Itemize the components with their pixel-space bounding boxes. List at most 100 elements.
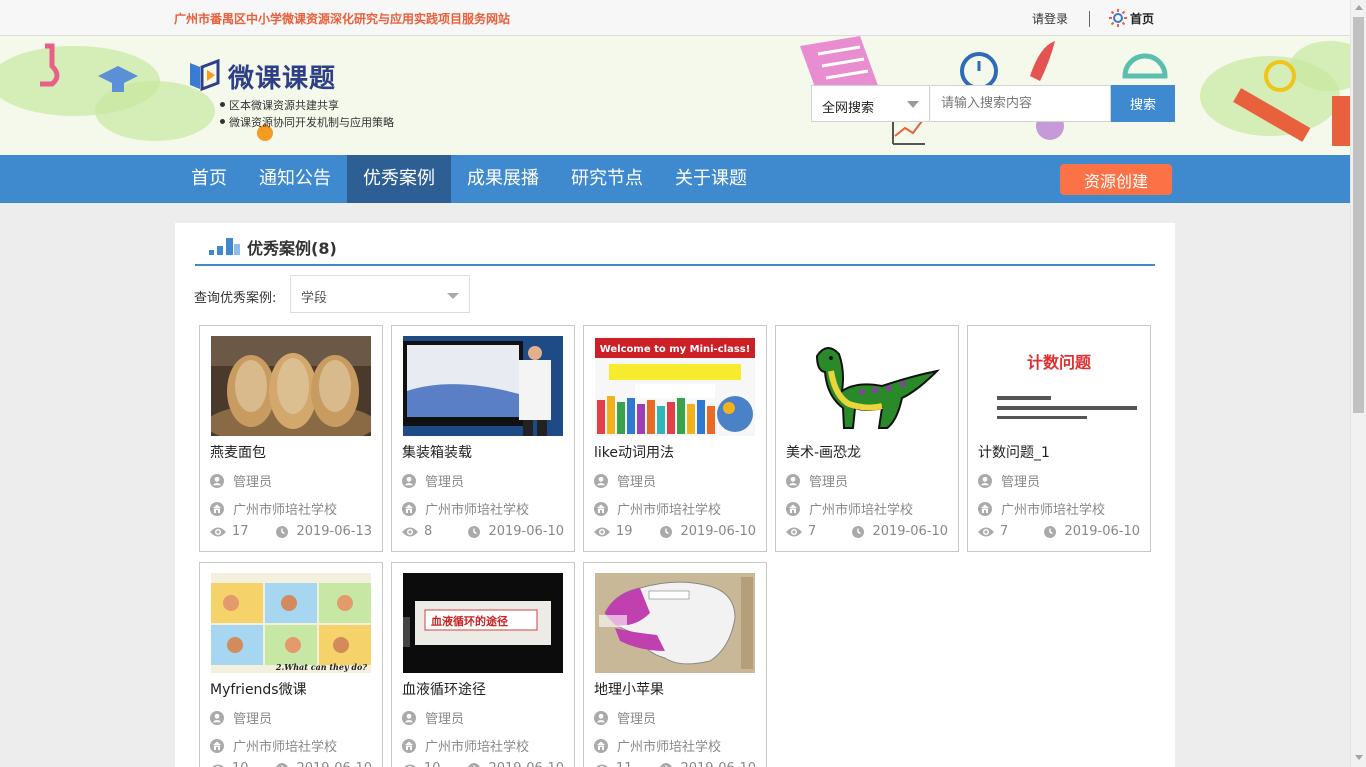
case-thumbnail[interactable]	[595, 573, 755, 673]
scrollbar-thumb[interactable]	[1353, 17, 1364, 413]
page-scrollbar[interactable]	[1350, 0, 1366, 767]
case-card[interactable]: 计数问题 计数问题_1 管理员 广州市师培社学校 7 2019-06-10	[967, 325, 1151, 552]
case-thumbnail[interactable]	[403, 336, 563, 436]
case-author-name: 管理员	[233, 475, 273, 490]
case-thumbnail[interactable]: 血液循环的途径	[403, 573, 563, 673]
case-school-name: 广州市师培社学校	[233, 503, 338, 518]
case-thumb-caption: Welcome to my Mini-class!	[600, 344, 751, 355]
case-views: 7	[808, 524, 817, 539]
tagline-2: 微课资源协同开发机制与应用策略	[220, 116, 394, 129]
clock-icon	[468, 763, 480, 767]
stage-select[interactable]: 学段	[290, 275, 470, 313]
nav-item-showcase[interactable]: 成果展播	[451, 155, 555, 203]
scroll-up-arrow-icon[interactable]	[1355, 5, 1363, 10]
nav-item-cases[interactable]: 优秀案例	[347, 155, 451, 203]
eye-icon	[594, 526, 610, 538]
case-author: 管理员	[978, 471, 1040, 490]
clock-icon	[468, 526, 480, 538]
case-title[interactable]: 集装箱装载	[402, 442, 472, 462]
case-school-name: 广州市师培社学校	[1001, 503, 1106, 518]
case-card[interactable]: 集装箱装载 管理员 广州市师培社学校 8 2019-06-10	[391, 325, 575, 552]
home-link-label: 首页	[1130, 11, 1155, 26]
case-date: 2019-06-10	[680, 524, 756, 539]
case-school-name: 广州市师培社学校	[617, 740, 722, 755]
login-link[interactable]: 请登录	[1032, 10, 1068, 27]
bars-icon	[209, 234, 241, 260]
case-school: 广州市师培社学校	[402, 736, 529, 755]
clock-icon	[276, 763, 288, 767]
scroll-down-arrow-icon[interactable]	[1355, 755, 1363, 760]
case-author-name: 管理员	[809, 475, 849, 490]
case-thumbnail[interactable]: 2.What can they do?	[211, 573, 371, 673]
nav-item-research[interactable]: 研究节点	[555, 155, 659, 203]
case-school-name: 广州市师培社学校	[233, 740, 338, 755]
logo[interactable]: 微课课题	[188, 58, 336, 95]
case-thumbnail[interactable]: Welcome to my Mini-class!	[595, 336, 755, 436]
case-thumb-caption: 血液循环的途径	[431, 614, 508, 628]
case-author-name: 管理员	[617, 712, 657, 727]
case-author-name: 管理员	[425, 712, 465, 727]
case-school: 广州市师培社学校	[978, 499, 1105, 518]
case-school: 广州市师培社学校	[210, 499, 337, 518]
case-card[interactable]: 燕麦面包 管理员 广州市师培社学校 17 2019-06-13	[199, 325, 383, 552]
case-card[interactable]: 美术-画恐龙 管理员 广州市师培社学校 7 2019-06-10	[775, 325, 959, 552]
case-thumb-caption: 2.What can they do?	[275, 662, 367, 672]
case-author-name: 管理员	[617, 475, 657, 490]
tagline-1: 区本微课资源共建共享	[220, 99, 339, 112]
case-title[interactable]: 美术-画恐龙	[786, 442, 861, 462]
main-nav: 首页 通知公告 优秀案例 成果展播 研究节点 关于课题 资源创建	[0, 155, 1350, 203]
school-icon	[978, 502, 992, 516]
case-author: 管理员	[402, 471, 464, 490]
eye-icon	[786, 526, 802, 538]
clock-icon	[276, 526, 288, 538]
search-button[interactable]: 搜索	[1111, 85, 1175, 122]
case-title[interactable]: 燕麦面包	[210, 442, 266, 462]
nav-item-about[interactable]: 关于课题	[659, 155, 763, 203]
case-card[interactable]: 2.What can they do? Myfriends微课 管理员 广州市师…	[199, 562, 383, 767]
case-views: 11	[616, 761, 633, 767]
logo-icon	[188, 58, 224, 95]
eye-icon	[978, 526, 994, 538]
case-author: 管理员	[594, 708, 656, 727]
eye-icon	[402, 763, 418, 767]
case-date: 2019-06-10	[680, 761, 756, 767]
create-resource-button[interactable]: 资源创建	[1060, 164, 1172, 195]
case-author-name: 管理员	[233, 712, 273, 727]
school-icon	[786, 502, 800, 516]
school-icon	[594, 502, 608, 516]
case-card[interactable]: Welcome to my Mini-class! like动词用法 管理员 广…	[583, 325, 767, 552]
case-views: 10	[424, 761, 441, 767]
search-input[interactable]	[931, 85, 1111, 122]
case-thumbnail[interactable]	[787, 336, 947, 436]
case-author: 管理员	[402, 708, 464, 727]
case-title[interactable]: Myfriends微课	[210, 679, 307, 699]
school-icon	[210, 502, 224, 516]
home-link[interactable]: 首页	[1108, 8, 1154, 28]
sun-icon	[1108, 8, 1128, 28]
case-school-name: 广州市师培社学校	[425, 740, 530, 755]
case-title[interactable]: 血液循环途径	[402, 679, 486, 699]
nav-item-notices[interactable]: 通知公告	[243, 155, 347, 203]
user-icon	[210, 474, 224, 488]
site-name[interactable]: 广州市番禺区中小学微课资源深化研究与应用实践项目服务网站	[174, 10, 510, 27]
case-card[interactable]: 血液循环的途径 血液循环途径 管理员 广州市师培社学校 10 2019-06-1…	[391, 562, 575, 767]
clock-icon	[1044, 526, 1056, 538]
user-icon	[978, 474, 992, 488]
case-title[interactable]: 计数问题_1	[978, 442, 1050, 462]
case-date: 2019-06-10	[488, 524, 564, 539]
user-icon	[402, 474, 416, 488]
school-icon	[402, 739, 416, 753]
case-thumbnail[interactable]: 计数问题	[979, 336, 1139, 436]
case-school: 广州市师培社学校	[594, 499, 721, 518]
case-views: 17	[232, 524, 249, 539]
case-school: 广州市师培社学校	[210, 736, 337, 755]
chevron-down-icon	[907, 101, 919, 108]
case-title[interactable]: 地理小苹果	[594, 679, 664, 699]
nav-item-home[interactable]: 首页	[175, 155, 243, 203]
search-scope-select[interactable]: 全网搜索	[811, 85, 930, 122]
case-card[interactable]: 地理小苹果 管理员 广州市师培社学校 11 2019-06-10	[583, 562, 767, 767]
case-date: 2019-06-10	[872, 524, 948, 539]
case-thumbnail[interactable]	[211, 336, 371, 436]
logo-text: 微课课题	[228, 64, 337, 94]
case-title[interactable]: like动词用法	[594, 442, 674, 462]
